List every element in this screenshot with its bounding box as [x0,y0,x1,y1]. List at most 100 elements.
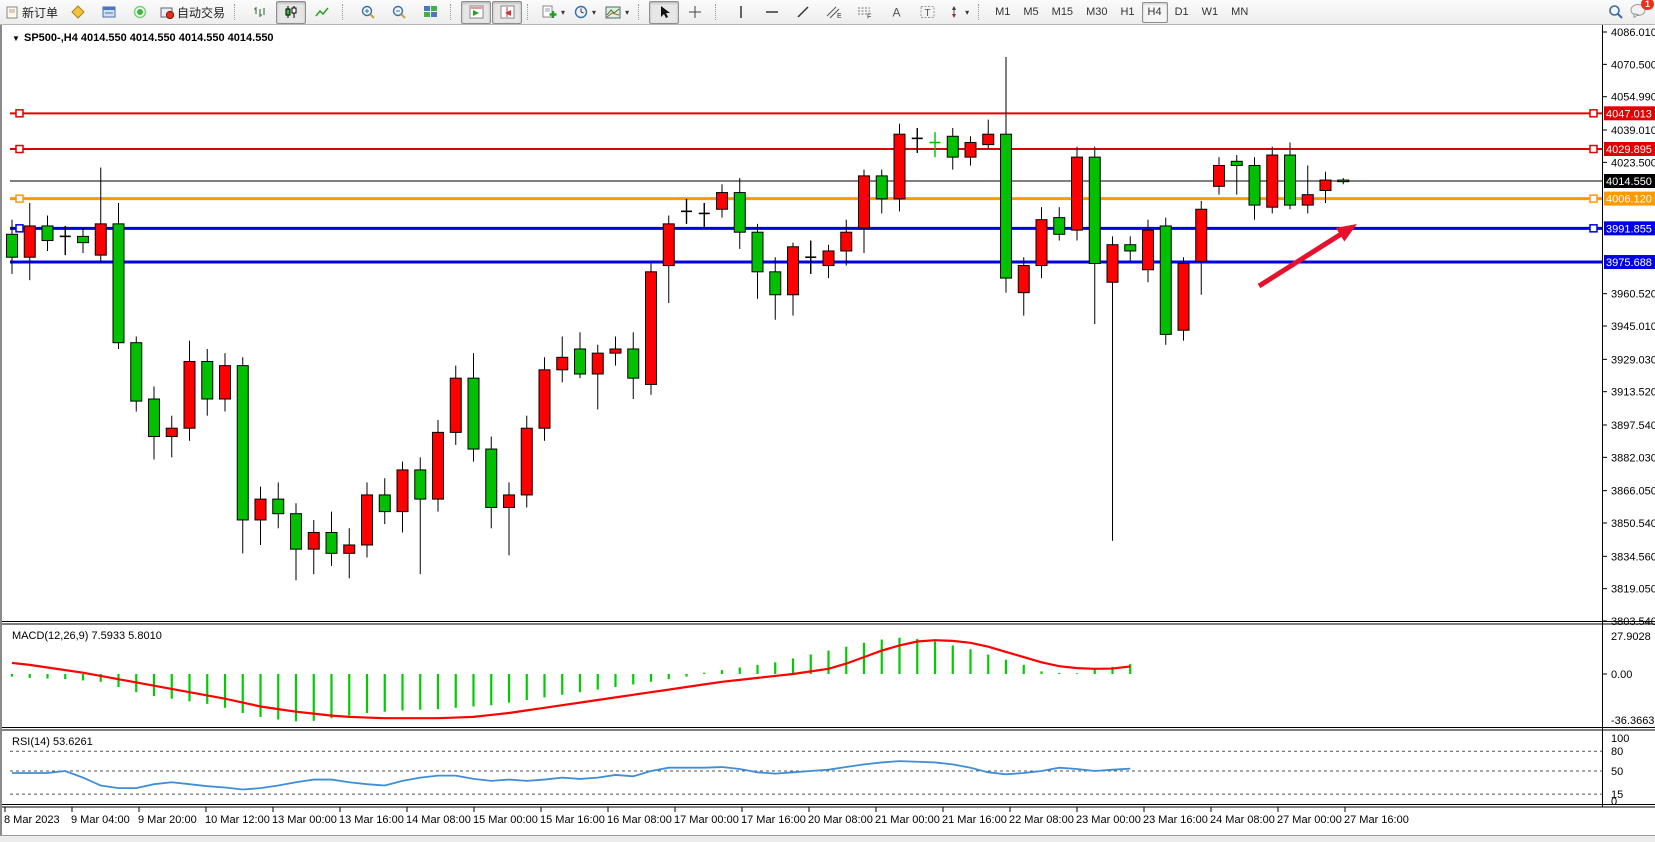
fibonacci-icon: F [857,5,873,19]
equidistant-channel-button[interactable]: E [819,1,849,24]
svg-text:4054.990: 4054.990 [1611,92,1655,104]
svg-text:16 Mar 08:00: 16 Mar 08:00 [607,814,672,826]
chart-canvas[interactable]: 4086.0104070.5004054.9904039.0104023.500… [2,25,1655,830]
chevron-down-icon: ▾ [965,8,969,17]
timeframe-m1[interactable]: M1 [989,2,1016,23]
status-bar [0,835,1655,842]
timeframe-m15[interactable]: M15 [1046,2,1079,23]
mt4-window: 新订单 自动交易 [0,0,1655,829]
signal-button[interactable] [125,1,155,24]
data-window-icon [102,5,117,19]
line-handle[interactable] [16,146,23,153]
zoom-out-button[interactable] [384,1,414,24]
svg-text:15 Mar 00:00: 15 Mar 00:00 [473,814,538,826]
svg-text:17 Mar 16:00: 17 Mar 16:00 [741,814,806,826]
line-handle[interactable] [1590,195,1597,202]
bar-chart-button[interactable] [245,1,275,24]
line-chart-button[interactable] [307,1,337,24]
svg-text:15 Mar 16:00: 15 Mar 16:00 [540,814,605,826]
horizontal-line-icon [765,6,779,18]
svg-text:4086.010: 4086.010 [1611,27,1655,39]
timeframe-h1[interactable]: H1 [1114,2,1140,23]
svg-text:3803.540: 3803.540 [1611,616,1655,628]
arrows-button[interactable]: ▾ [943,1,973,24]
svg-text:10 Mar 12:00: 10 Mar 12:00 [205,814,270,826]
line-handle[interactable] [16,225,23,232]
svg-text:3850.540: 3850.540 [1611,518,1655,530]
text-icon: A [890,5,903,19]
svg-text:9 Mar 04:00: 9 Mar 04:00 [71,814,130,826]
period-button[interactable]: ▾ [570,1,600,24]
timeframe-d1[interactable]: D1 [1169,2,1195,23]
svg-text:3866.050: 3866.050 [1611,486,1655,498]
fibonacci-button[interactable]: F [850,1,880,24]
svg-text:20 Mar 08:00: 20 Mar 08:00 [808,814,873,826]
new-order-icon [6,6,19,19]
line-handle[interactable] [16,110,23,117]
timeframe-m30[interactable]: M30 [1080,2,1113,23]
data-window-button[interactable] [94,1,124,24]
new-order-button[interactable]: 新订单 [2,1,62,24]
show-period-separators-button[interactable] [492,1,522,24]
trendline-icon [796,5,810,19]
tile-windows-button[interactable] [415,1,445,24]
crosshair-button[interactable] [680,1,710,24]
add-indicator-button[interactable]: ▾ [538,1,569,24]
svg-text:17 Mar 00:00: 17 Mar 00:00 [674,814,739,826]
chart-title: ▼SP500-,H4 4014.550 4014.550 4014.550 40… [12,32,274,44]
svg-text:50: 50 [1611,766,1623,778]
chevron-down-icon: ▾ [625,8,629,17]
svg-text:13 Mar 00:00: 13 Mar 00:00 [272,814,337,826]
svg-text:27.9028: 27.9028 [1611,631,1651,643]
cursor-button[interactable] [649,1,679,24]
svg-text:4039.010: 4039.010 [1611,125,1655,137]
svg-text:E: E [837,13,842,19]
text-button[interactable]: A [881,1,911,24]
svg-text:MACD(12,26,9) 7.5933 5.8010: MACD(12,26,9) 7.5933 5.8010 [12,630,162,642]
line-handle[interactable] [1590,225,1597,232]
line-handle[interactable] [1590,110,1597,117]
timeframe-m5[interactable]: M5 [1017,2,1044,23]
svg-text:T: T [924,8,930,19]
toolbar-separator [638,4,645,20]
timeframe-w1[interactable]: W1 [1196,2,1225,23]
text-label-icon: T [920,5,935,19]
svg-text:23 Mar 00:00: 23 Mar 00:00 [1076,814,1141,826]
market-watch-button[interactable] [63,1,93,24]
svg-text:100: 100 [1611,733,1629,745]
candlestick-chart-button[interactable] [276,1,306,24]
zoom-out-icon [392,5,407,20]
svg-text:3819.050: 3819.050 [1611,584,1655,596]
search-icon[interactable] [1608,4,1624,20]
trade-levels-icon [469,5,484,19]
svg-text:4014.550: 4014.550 [1606,176,1652,188]
zoom-in-button[interactable] [353,1,383,24]
line-handle[interactable] [1590,146,1597,153]
svg-text:21 Mar 16:00: 21 Mar 16:00 [942,814,1007,826]
period-separators-icon [500,5,515,19]
svg-text:3913.520: 3913.520 [1611,387,1655,399]
notification-count-badge: 1 [1641,0,1654,10]
line-handle[interactable] [16,195,23,202]
autotrading-button[interactable]: 自动交易 [156,1,229,24]
toolbar-separator [715,4,722,20]
tile-windows-icon [423,5,438,19]
toolbar-right-tools: 1 [1608,3,1653,21]
trendline-button[interactable] [788,1,818,24]
market-watch-icon [71,5,85,19]
notifications-button[interactable]: 1 [1630,3,1647,21]
svg-text:4006.120: 4006.120 [1606,194,1652,206]
timeframe-h4[interactable]: H4 [1142,2,1168,23]
text-label-button[interactable]: T [912,1,942,24]
horizontal-line-button[interactable] [757,1,787,24]
timeframe-mn[interactable]: MN [1225,2,1254,23]
svg-text:80: 80 [1611,746,1623,758]
svg-text:3834.560: 3834.560 [1611,551,1655,563]
arrows-icon [947,5,961,19]
svg-text:23 Mar 16:00: 23 Mar 16:00 [1143,814,1208,826]
vertical-line-button[interactable] [726,1,756,24]
svg-text:4070.500: 4070.500 [1611,59,1655,71]
template-button[interactable]: ▾ [601,1,633,24]
show-trade-levels-button[interactable] [461,1,491,24]
new-order-label: 新订单 [22,4,58,21]
